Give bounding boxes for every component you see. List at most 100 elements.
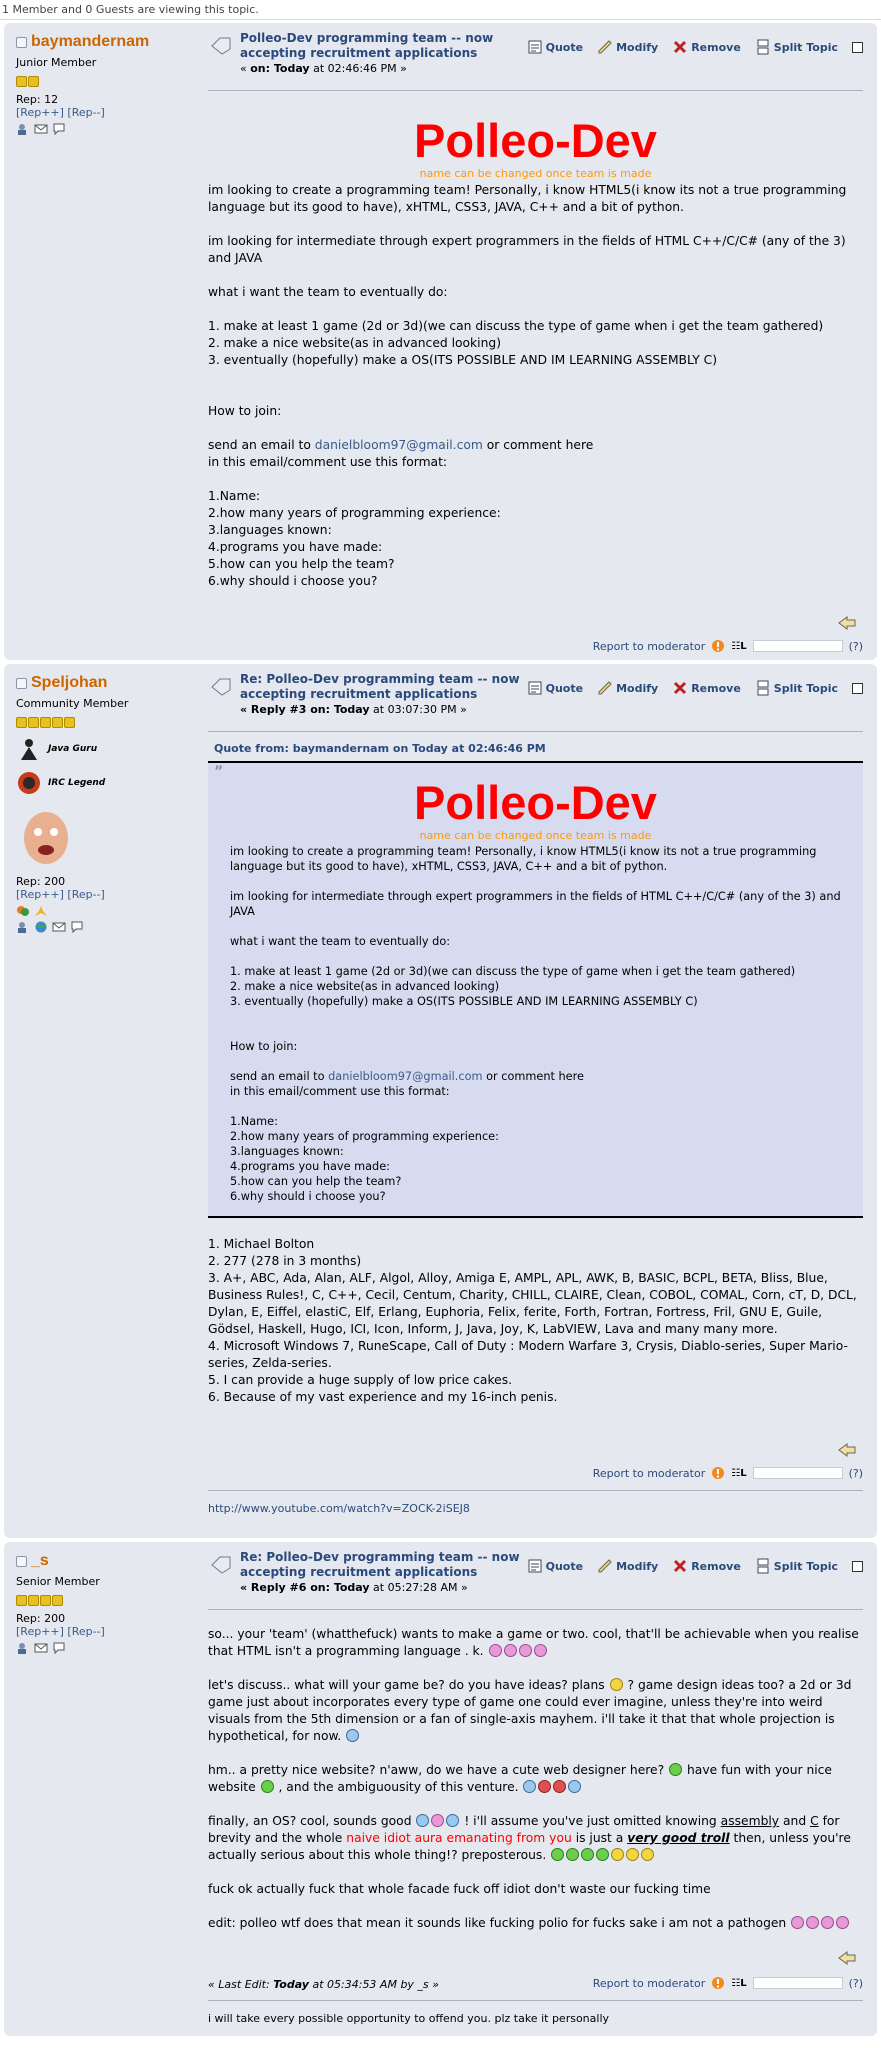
quote-button[interactable]: Quote <box>527 1558 583 1574</box>
topic-icon <box>211 678 231 696</box>
report-link[interactable]: Report to moderator <box>593 1467 706 1480</box>
report-link[interactable]: Report to moderator <box>593 1977 706 1990</box>
aim-icon[interactable] <box>34 905 48 917</box>
remove-icon <box>674 40 687 54</box>
post-content: Re: Polleo-Dev programming team -- now a… <box>208 664 863 1515</box>
email-link[interactable]: danielbloom97@gmail.com <box>315 438 483 452</box>
quote-mark-icon: ” <box>214 764 224 780</box>
smile-smiley-icon <box>626 1848 640 1861</box>
rep-links[interactable]: [Rep++] [Rep--] <box>16 106 184 119</box>
profile-icon[interactable] <box>16 1642 30 1654</box>
modify-button[interactable]: Modify <box>597 680 658 696</box>
profile-icon[interactable] <box>16 921 30 933</box>
remove-button[interactable]: Remove <box>672 680 741 696</box>
msn-icon[interactable] <box>16 905 30 917</box>
answer-line: 1. Michael Bolton <box>208 1237 315 1251</box>
emphasis-text: very good troll <box>627 1831 730 1845</box>
profile-icon[interactable] <box>16 123 30 135</box>
select-checkbox[interactable] <box>852 41 863 53</box>
post-time: at 02:46:46 PM » <box>309 62 407 75</box>
report-row: Report to moderator ☷L (?) <box>593 1466 863 1480</box>
paragraph-text: so... your 'team' (whatthefuck) wants to… <box>208 1627 859 1658</box>
username-link[interactable]: Speljohan <box>31 674 107 692</box>
cool-smiley-icon <box>346 1729 360 1742</box>
confused-smiley-icon <box>416 1814 430 1827</box>
pm-icon[interactable] <box>70 921 84 933</box>
pm-icon[interactable] <box>52 1642 66 1654</box>
c-link[interactable]: C <box>810 1814 819 1828</box>
paragraph: edit: polleo wtf does that mean it sound… <box>208 1915 863 1932</box>
email-icon[interactable] <box>34 123 48 135</box>
ip-help-link[interactable]: (?) <box>849 1467 863 1480</box>
sick-smiley-icon <box>566 1848 580 1861</box>
paragraph-text: , and the ambiguousity of this venture. <box>278 1780 519 1794</box>
email-icon[interactable] <box>52 921 66 933</box>
grin-smiley-icon <box>836 1916 850 1929</box>
grin-smiley-icon <box>503 1644 517 1657</box>
reply-quote-icon[interactable] <box>837 1950 857 1966</box>
select-checkbox[interactable] <box>852 682 863 694</box>
paragraph: im looking to create a programming team!… <box>208 183 847 214</box>
post: Speljohan Community Member Java Guru IRC… <box>4 664 877 1538</box>
remove-label: Remove <box>691 1559 741 1573</box>
format-item: 2.how many years of programming experien… <box>230 1130 499 1143</box>
post-subject[interactable]: Re: Polleo-Dev programming team -- now a… <box>240 672 540 702</box>
signature-link[interactable]: http://www.youtube.com/watch?v=ZOCK-2iSE… <box>208 1502 470 1515</box>
award-java-guru: Java Guru <box>16 736 184 762</box>
post-subject[interactable]: Re: Polleo-Dev programming team -- now a… <box>240 1550 540 1580</box>
modify-button[interactable]: Modify <box>597 39 658 55</box>
select-checkbox[interactable] <box>852 1560 863 1572</box>
username-link[interactable]: baymandernam <box>31 33 149 51</box>
answer-line: 3. A+, ABC, Ada, Alan, ALF, Algol, Alloy… <box>208 1271 857 1336</box>
post-header: Polleo-Dev programming team -- now accep… <box>208 23 863 91</box>
paragraph-text: edit: polleo wtf does that mean it sound… <box>208 1916 787 1930</box>
modify-label: Modify <box>616 681 659 695</box>
signature-separator <box>208 1490 863 1491</box>
viewing-status: 1 Member and 0 Guests are viewing this t… <box>0 0 881 20</box>
format-item: 5.how can you help the team? <box>208 557 395 571</box>
modify-button[interactable]: Modify <box>597 1558 658 1574</box>
paragraph: hm.. a pretty nice website? n'aww, do we… <box>208 1762 863 1796</box>
assembly-link[interactable]: assembly <box>721 1814 779 1828</box>
email-prefix: send an email to <box>230 1070 329 1083</box>
reputation: Rep: 200 <box>16 875 66 888</box>
ip-field <box>752 1977 843 1989</box>
signature-text: i will take every possible opportunity t… <box>208 2012 610 2025</box>
sick-smiley-icon <box>596 1848 610 1861</box>
ip-help-link[interactable]: (?) <box>849 640 863 653</box>
website-icon[interactable] <box>34 921 48 933</box>
sick-smiley-icon <box>260 1780 274 1793</box>
split-topic-button[interactable]: Split Topic <box>755 1558 838 1574</box>
answer-line: 4. Microsoft Windows 7, RuneScape, Call … <box>208 1339 848 1370</box>
format-item: 1.Name: <box>230 1115 278 1128</box>
email-link[interactable]: danielbloom97@gmail.com <box>328 1070 482 1083</box>
format-item: 3.languages known: <box>230 1145 344 1158</box>
rep-links[interactable]: [Rep++] [Rep--] <box>16 888 184 901</box>
list-item: 1. make at least 1 game (2d or 3d)(we ca… <box>230 965 796 978</box>
post-subject[interactable]: Polleo-Dev programming team -- now accep… <box>240 31 540 61</box>
paragraph: fuck ok actually fuck that whole facade … <box>208 1882 711 1896</box>
answer-line: 6. Because of my vast experience and my … <box>208 1390 558 1404</box>
post-title-large: Polleo-Dev <box>414 114 657 167</box>
quote-button[interactable]: Quote <box>527 39 583 55</box>
report-link[interactable]: Report to moderator <box>593 640 706 653</box>
quote-button[interactable]: Quote <box>527 680 583 696</box>
username-link[interactable]: _s <box>31 1552 49 1570</box>
ip-help-link[interactable]: (?) <box>849 1977 863 1990</box>
report-row: Report to moderator ☷L (?) <box>593 639 863 653</box>
split-topic-label: Split Topic <box>773 40 838 54</box>
edit-prefix: « Last Edit: <box>208 1978 274 1991</box>
quote-header[interactable]: Quote from: baymandernam on Today at 02:… <box>208 742 863 755</box>
reply-quote-icon[interactable] <box>837 615 857 631</box>
warning-icon <box>712 1467 725 1479</box>
post-actions: Quote Modify Remove Split Topic <box>527 39 863 55</box>
remove-button[interactable]: Remove <box>672 39 741 55</box>
remove-button[interactable]: Remove <box>672 1558 741 1574</box>
email-icon[interactable] <box>34 1642 48 1654</box>
split-topic-button[interactable]: Split Topic <box>755 39 838 55</box>
reply-quote-icon[interactable] <box>837 1442 857 1458</box>
edit-day: Today <box>273 1978 309 1991</box>
split-topic-button[interactable]: Split Topic <box>755 680 838 696</box>
pm-icon[interactable] <box>52 123 66 135</box>
rep-links[interactable]: [Rep++] [Rep--] <box>16 1625 184 1638</box>
